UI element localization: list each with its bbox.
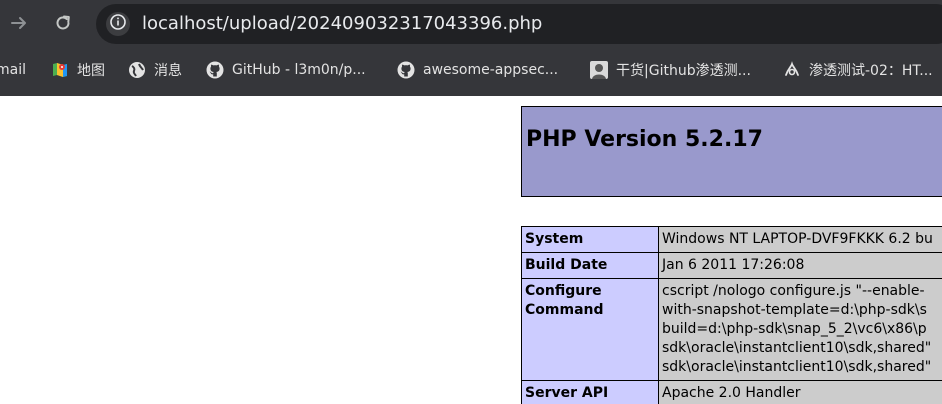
bookmark-maps[interactable]: 地图	[51, 59, 105, 81]
arrow-right-icon	[10, 14, 28, 35]
row-value: cscript /nologo configure.js "--enable- …	[658, 278, 942, 381]
bookmark-label: GitHub - l3m0n/p...	[232, 62, 366, 78]
bookmark-label: 地图	[77, 63, 105, 79]
info-icon	[109, 13, 127, 35]
address-bar[interactable]: localhost/upload/202409032317043396.php	[96, 4, 942, 44]
row-value: Windows NT LAPTOP-DVF9FKKK 6.2 bu	[658, 226, 942, 253]
row-key-line: Configure	[525, 283, 602, 299]
reload-button[interactable]	[49, 10, 77, 38]
row-value: Jan 6 2011 17:26:08	[658, 252, 942, 279]
bookmark-label: 渗透测试-02：HT...	[809, 63, 933, 79]
row-key: Server API	[521, 380, 659, 404]
logo-icon	[783, 61, 801, 79]
table-row: System Windows NT LAPTOP-DVF9FKKK 6.2 bu	[521, 226, 942, 253]
bookmark-label: 干货|Github渗透测...	[616, 63, 751, 79]
github-icon	[397, 61, 415, 79]
phpinfo-table: System Windows NT LAPTOP-DVF9FKKK 6.2 bu…	[521, 226, 942, 404]
bookmark-github-l3m0n[interactable]: GitHub - l3m0n/p...	[206, 59, 366, 81]
table-row: Server API Apache 2.0 Handler	[521, 380, 942, 404]
row-key: Build Date	[521, 252, 659, 279]
site-info-button[interactable]	[106, 12, 130, 36]
row-key-line: Command	[525, 302, 604, 318]
row-value: Apache 2.0 Handler	[658, 380, 942, 404]
table-row: Configure Command cscript /nologo config…	[521, 278, 942, 381]
bookmark-label: 消息	[154, 63, 182, 79]
bookmarks-bar: mail 地图 消息 GitHub - l3m0n/p... awesome-a…	[0, 48, 942, 92]
bookmark-label: mail	[0, 62, 26, 78]
github-icon	[206, 61, 224, 79]
page-content: PHP Version 5.2.17 System Windows NT LAP…	[0, 96, 942, 404]
table-row: Build Date Jan 6 2011 17:26:08	[521, 252, 942, 279]
browser-chrome: localhost/upload/202409032317043396.php …	[0, 0, 942, 96]
row-value-line: with-snapshot-template=d:\php-sdk\s	[662, 302, 927, 318]
bookmark-messages[interactable]: 消息	[128, 59, 182, 81]
bookmark-awesome-appsec[interactable]: awesome-appsec...	[397, 59, 558, 81]
avatar-icon	[590, 61, 608, 79]
phpinfo-header: PHP Version 5.2.17	[521, 106, 942, 197]
reload-icon	[54, 14, 72, 35]
row-key: System	[521, 226, 659, 253]
bookmark-mail[interactable]: mail	[0, 59, 26, 81]
page-title: PHP Version 5.2.17	[526, 127, 763, 152]
maps-icon	[51, 61, 69, 79]
bookmark-pentest-02[interactable]: 渗透测试-02：HT...	[783, 59, 933, 81]
forward-button[interactable]	[5, 10, 33, 38]
row-value-line: sdk\oracle\instantclient10\sdk,shared"	[662, 359, 932, 375]
globe-icon	[128, 61, 146, 79]
row-value-line: sdk\oracle\instantclient10\sdk,shared"	[662, 340, 932, 356]
url-text[interactable]: localhost/upload/202409032317043396.php	[142, 13, 542, 34]
browser-window: localhost/upload/202409032317043396.php …	[0, 0, 942, 404]
row-value-line: build=d:\php-sdk\snap_5_2\vc6\x86\p	[662, 321, 927, 337]
row-value-line: cscript /nologo configure.js "--enable-	[662, 283, 925, 299]
bookmark-label: awesome-appsec...	[423, 62, 559, 78]
row-key: Configure Command	[521, 278, 659, 381]
bookmark-github-pentest[interactable]: 干货|Github渗透测...	[590, 59, 751, 81]
toolbar: localhost/upload/202409032317043396.php	[0, 0, 942, 48]
